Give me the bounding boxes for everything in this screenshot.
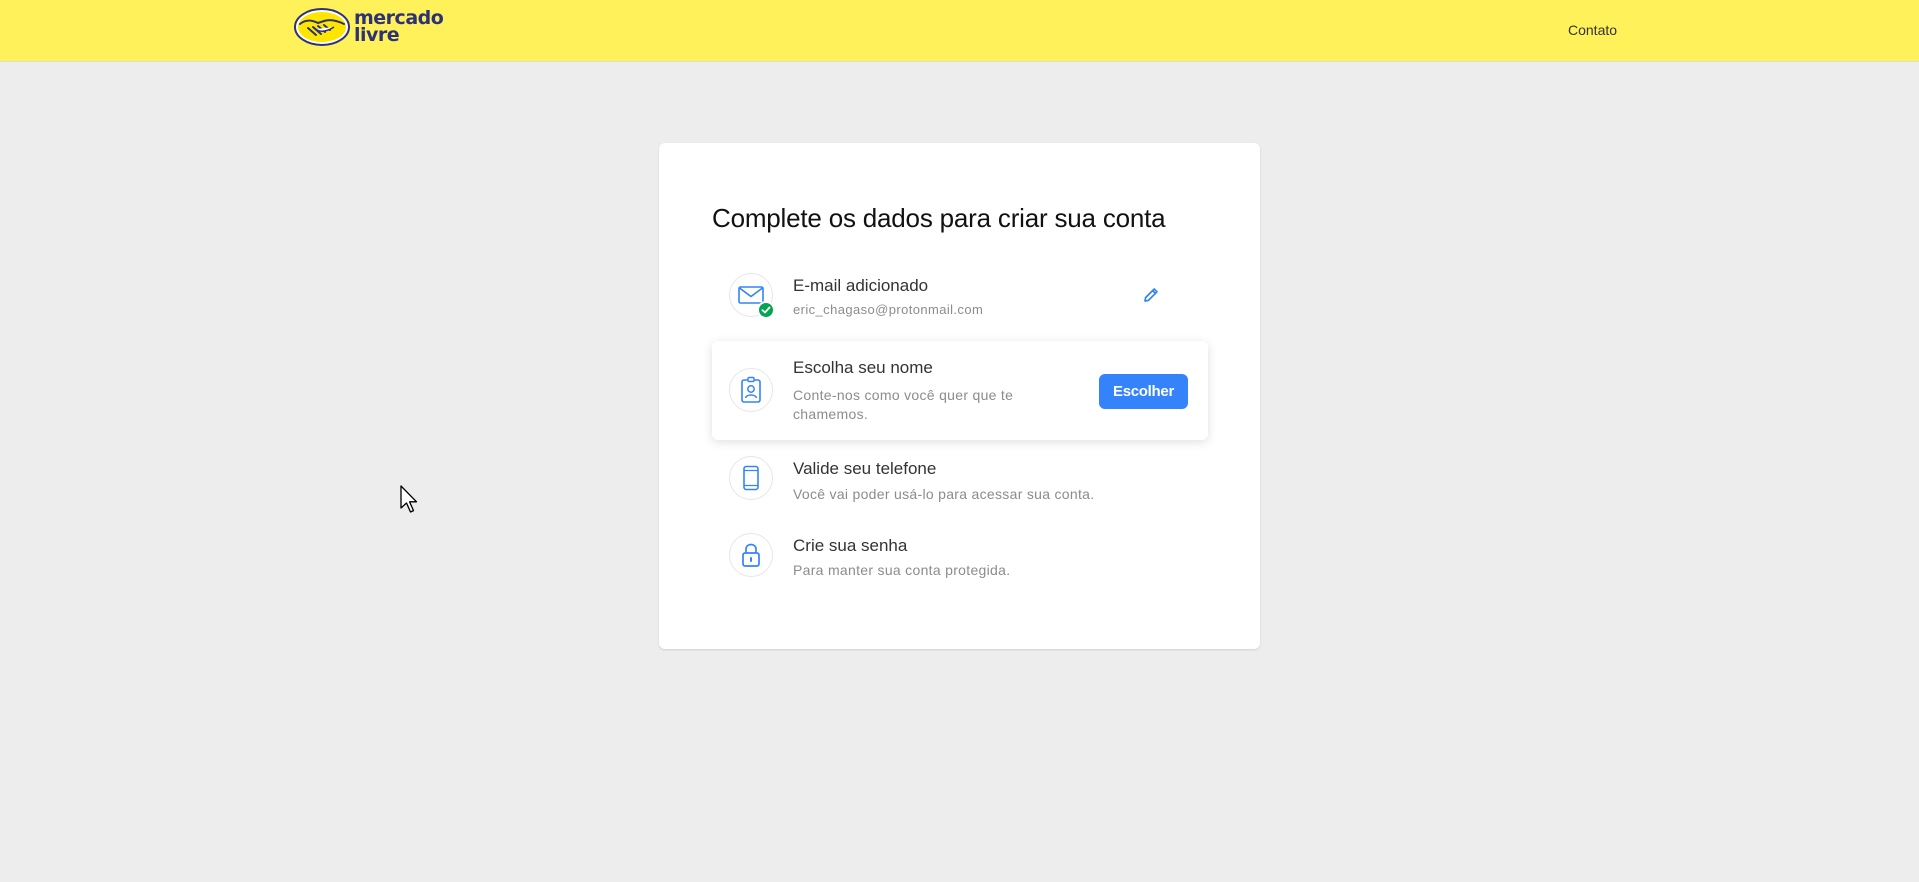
- step-name-title: Escolha seu nome: [793, 358, 933, 377]
- pencil-icon: [1144, 288, 1158, 302]
- top-header: mercado livre Contato: [0, 0, 1919, 61]
- phone-icon: [743, 465, 759, 491]
- step-password-title: Crie sua senha: [793, 536, 908, 555]
- step-email-title: E-mail adicionado: [793, 276, 929, 295]
- signup-steps-card: Complete os dados para criar sua conta E…: [659, 143, 1260, 649]
- lock-icon: [742, 543, 760, 567]
- step-name-description: Conte-nos como você quer que te chamemos…: [793, 387, 1014, 422]
- step-name: Escolha seu nome Conte-nos como você que…: [712, 341, 1208, 440]
- step-phone-title: Valide seu telefone: [793, 459, 937, 478]
- step-phone: Valide seu telefone Você vai poder usá-l…: [712, 455, 1208, 515]
- logo-line-2: livre: [354, 24, 400, 46]
- contact-link[interactable]: Contato: [1568, 22, 1617, 38]
- step-phone-description: Você vai poder usá-lo para acessar sua c…: [793, 486, 1095, 502]
- edit-email-button[interactable]: [1139, 283, 1163, 307]
- step-phone-icon-circle: [729, 456, 773, 500]
- step-email-value: eric_chagaso@protonmail.com: [793, 302, 984, 317]
- page-title: Complete os dados para criar sua conta: [712, 203, 1166, 233]
- mouse-cursor-icon: [400, 485, 418, 513]
- step-email-icon-circle: [729, 273, 775, 319]
- step-password: Crie sua senha Para manter sua conta pro…: [712, 533, 1208, 593]
- check-icon: [757, 301, 775, 319]
- mercado-livre-logo[interactable]: mercado livre: [294, 7, 444, 47]
- step-password-icon-circle: [729, 533, 773, 577]
- logo-wordmark: mercado livre: [354, 9, 444, 46]
- step-password-description: Para manter sua conta protegida.: [793, 562, 1011, 578]
- step-email: E-mail adicionado eric_chagaso@protonmai…: [712, 265, 1208, 325]
- step-name-icon-circle: [729, 368, 773, 412]
- id-badge-icon: [741, 376, 761, 403]
- handshake-logo-icon: [294, 8, 350, 46]
- choose-name-button[interactable]: Escolher: [1099, 374, 1188, 409]
